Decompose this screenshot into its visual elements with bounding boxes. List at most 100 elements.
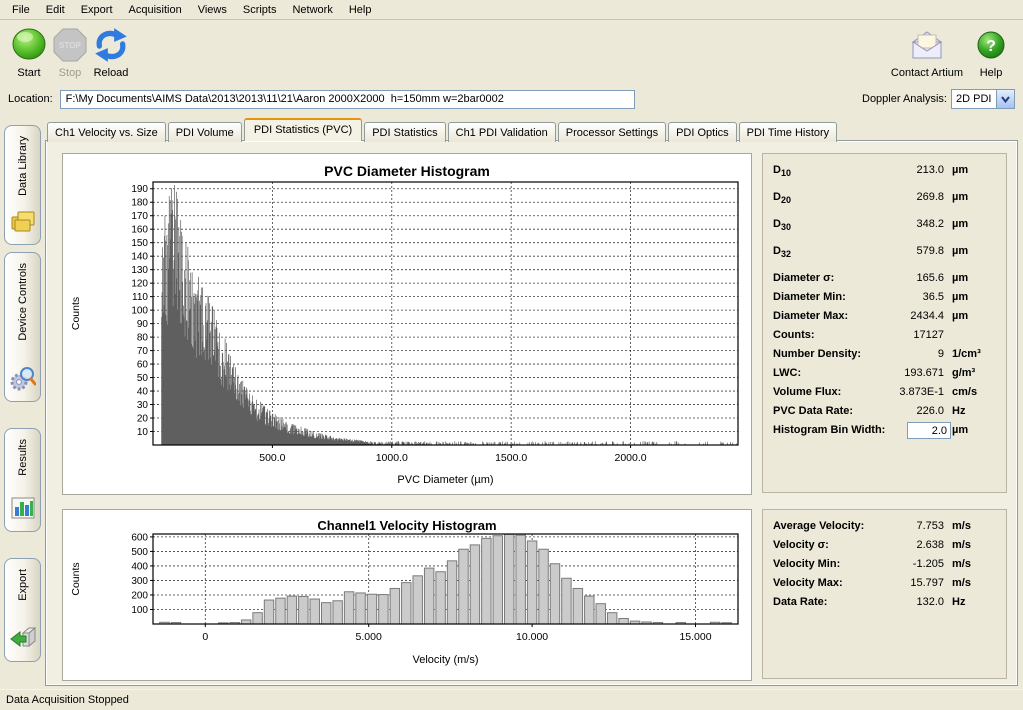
stat-value: 17127 — [913, 329, 944, 341]
chevron-down-icon[interactable] — [996, 90, 1014, 108]
svg-text:60: 60 — [137, 360, 149, 371]
folders-icon — [10, 208, 36, 237]
reload-button[interactable]: Reload — [92, 25, 130, 79]
stat-row: D32579.8µm — [773, 243, 996, 270]
sidebar-item-label: Data Library — [17, 136, 29, 196]
stat-label: Diameter Max: — [773, 310, 848, 322]
menu-item-views[interactable]: Views — [190, 2, 235, 18]
svg-text:1000.0: 1000.0 — [376, 452, 408, 464]
svg-text:10.000: 10.000 — [516, 631, 548, 643]
menu-item-scripts[interactable]: Scripts — [235, 2, 285, 18]
doppler-analysis-value: 2D PDI — [952, 90, 996, 108]
tab-pdi-time-history[interactable]: PDI Time History — [739, 122, 838, 142]
stat-unit: cm/s — [952, 386, 977, 398]
sidebar-item-export[interactable]: Export — [4, 558, 41, 662]
tab-ch1-velocity-vs-size[interactable]: Ch1 Velocity vs. Size — [47, 122, 166, 142]
sidebar-item-device-controls[interactable]: Device Controls — [4, 252, 41, 402]
stat-row: Velocity Min:-1.205m/s — [773, 556, 996, 575]
svg-text:150: 150 — [131, 238, 148, 249]
location-input[interactable] — [60, 90, 635, 109]
tab-pdi-statistics[interactable]: PDI Statistics — [364, 122, 445, 142]
stat-label: Average Velocity: — [773, 520, 864, 532]
tab-ch1-pdi-validation[interactable]: Ch1 PDI Validation — [448, 122, 556, 142]
menu-item-file[interactable]: File — [4, 2, 38, 18]
start-button[interactable]: Start — [10, 25, 48, 79]
main-area: Data Library Device Controls Results Export… — [0, 112, 1023, 690]
menu-item-acquisition[interactable]: Acquisition — [121, 2, 190, 18]
stop-icon: STOP — [52, 25, 88, 65]
stat-unit: µm — [952, 164, 968, 176]
stat-unit: µm — [952, 245, 968, 257]
stat-unit: m/s — [952, 558, 971, 570]
ch1-velocity-histogram-chart: Channel1 Velocity Histogram1002003004005… — [63, 510, 749, 678]
start-button-label: Start — [17, 67, 40, 79]
bar-chart-icon — [10, 495, 36, 524]
stat-unit: m/s — [952, 577, 971, 589]
toolbar: Start STOP Stop Reload — [0, 20, 1023, 89]
stop-button-label: Stop — [59, 67, 82, 79]
menu-item-edit[interactable]: Edit — [38, 2, 73, 18]
location-row: Location: Doppler Analysis: 2D PDI — [0, 88, 1023, 110]
stat-row: D20269.8µm — [773, 189, 996, 216]
sidebar-item-results[interactable]: Results — [4, 428, 41, 532]
export-arrow-icon — [10, 625, 36, 654]
stat-value: 226.0 — [916, 405, 944, 417]
stat-value: 132.0 — [916, 596, 944, 608]
tab-processor-settings[interactable]: Processor Settings — [558, 122, 666, 142]
stat-label: D20 — [773, 191, 791, 205]
stat-label: LWC: — [773, 367, 801, 379]
svg-text:100: 100 — [131, 605, 148, 616]
svg-text:110: 110 — [132, 292, 148, 303]
svg-text:300: 300 — [131, 576, 148, 587]
stat-unit: µm — [952, 218, 968, 230]
help-button-label: Help — [980, 67, 1003, 79]
pvc-diameter-histogram-chart: PVC Diameter Histogram102030405060708090… — [63, 154, 749, 492]
stat-value: 9 — [938, 348, 944, 360]
stat-row: Diameter Min:36.5µm — [773, 289, 996, 308]
svg-text:2000.0: 2000.0 — [614, 452, 646, 464]
envelope-icon — [909, 25, 945, 65]
sidebar-item-label: Export — [17, 569, 29, 601]
stat-label: D10 — [773, 164, 791, 178]
doppler-analysis-dropdown[interactable]: 2D PDI — [951, 89, 1015, 109]
sidebar-item-label: Device Controls — [17, 263, 29, 341]
stop-button[interactable]: STOP Stop — [51, 25, 89, 79]
stat-unit: m/s — [952, 520, 971, 532]
menu-item-help[interactable]: Help — [341, 2, 380, 18]
stat-value: 269.8 — [916, 191, 944, 203]
svg-text:100: 100 — [131, 306, 148, 317]
histogram-bin-width-input[interactable] — [907, 422, 951, 439]
svg-text:5.000: 5.000 — [356, 631, 382, 643]
menu-item-network[interactable]: Network — [284, 2, 340, 18]
stat-value: 348.2 — [916, 218, 944, 230]
tab-pdi-volume[interactable]: PDI Volume — [168, 122, 242, 142]
doppler-analysis-label: Doppler Analysis: — [862, 93, 947, 105]
stat-row: Volume Flux:3.873E-1cm/s — [773, 384, 996, 403]
svg-text:Velocity (m/s): Velocity (m/s) — [412, 654, 478, 666]
stat-unit: 1/cm³ — [952, 348, 981, 360]
help-button[interactable]: ? Help — [972, 25, 1010, 79]
stat-row: LWC:193.671g/m³ — [773, 365, 996, 384]
sidebar-item-label: Results — [17, 439, 29, 476]
stat-unit: µm — [952, 310, 968, 322]
svg-text:500: 500 — [131, 547, 148, 558]
sidebar-item-data-library[interactable]: Data Library — [4, 125, 41, 245]
stat-value: 15.797 — [910, 577, 944, 589]
svg-text:190: 190 — [131, 184, 148, 195]
status-text: Data Acquisition Stopped — [6, 694, 129, 706]
tab-pdi-optics[interactable]: PDI Optics — [668, 122, 737, 142]
svg-text:Counts: Counts — [70, 297, 82, 330]
svg-text:170: 170 — [131, 211, 148, 222]
tab-pdi-statistics-pvc[interactable]: PDI Statistics (PVC) — [244, 118, 362, 141]
svg-text:Channel1 Velocity Histogram: Channel1 Velocity Histogram — [317, 518, 496, 533]
stat-value: 165.6 — [916, 272, 944, 284]
svg-text:Counts: Counts — [70, 562, 82, 595]
reload-icon — [92, 25, 130, 65]
menu-bar: FileEditExportAcquisitionViewsScriptsNet… — [0, 0, 1023, 20]
menu-item-export[interactable]: Export — [73, 2, 121, 18]
stat-label: Counts: — [773, 329, 815, 341]
help-icon: ? — [976, 25, 1006, 65]
stat-label: Data Rate: — [773, 596, 827, 608]
contact-artium-button[interactable]: Contact Artium — [885, 25, 969, 79]
svg-text:70: 70 — [137, 346, 149, 357]
